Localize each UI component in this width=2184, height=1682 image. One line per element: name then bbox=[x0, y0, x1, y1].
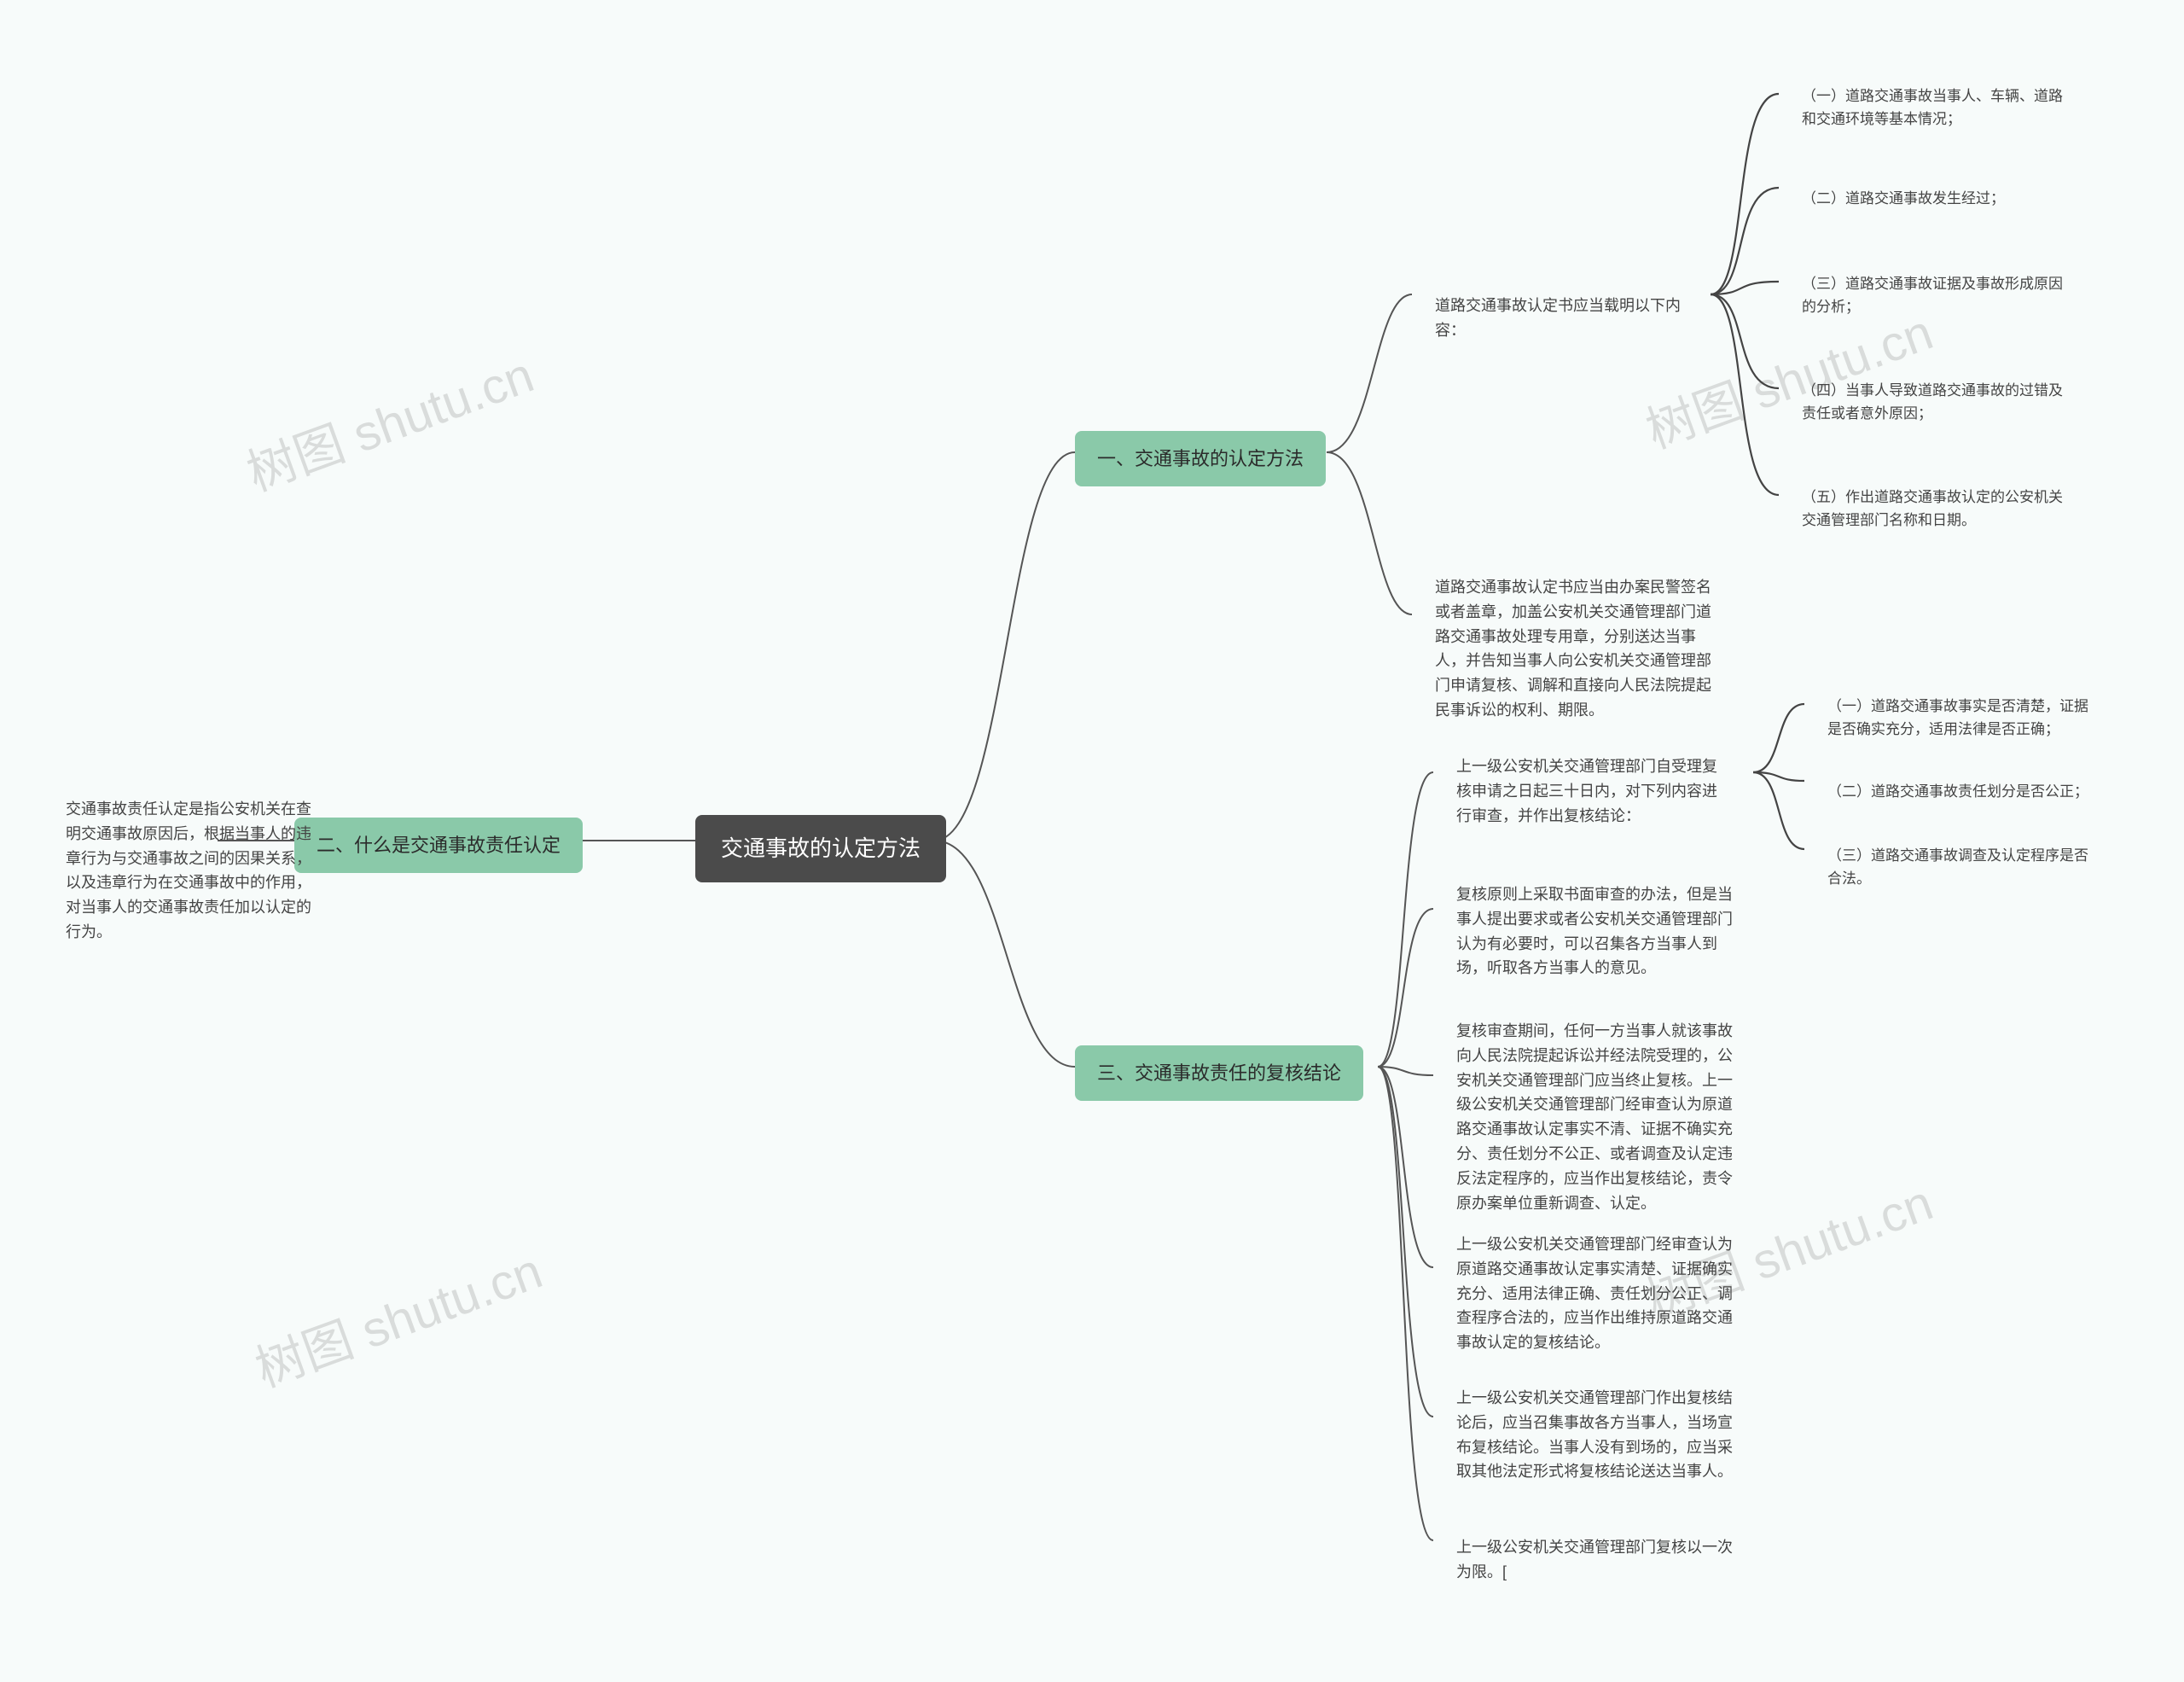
branch-3-sub1-item-1: （一）道路交通事故事实是否清楚，证据是否确实充分，适用法律是否正确； bbox=[1809, 683, 2116, 753]
branch-3-sub4: 上一级公安机关交通管理部门经审查认为原道路交通事故认定事实清楚、证据确实充分、适… bbox=[1438, 1220, 1762, 1367]
root-node: 交通事故的认定方法 bbox=[695, 815, 946, 882]
branch-1-sub1-item-4: （四）当事人导致道路交通事故的过错及责任或者意外原因； bbox=[1783, 367, 2090, 437]
branch-1-sub2: 道路交通事故认定书应当由办案民警签名或者盖章，加盖公安机关交通管理部门道路交通事… bbox=[1416, 563, 1732, 735]
branch-1: 一、交通事故的认定方法 bbox=[1075, 431, 1326, 486]
branch-1-sub1-item-2: （二）道路交通事故发生经过； bbox=[1783, 175, 2024, 222]
watermark: 树图 shutu.cn bbox=[235, 335, 542, 504]
branch-1-sub1-item-1: （一）道路交通事故当事人、车辆、道路和交通环境等基本情况； bbox=[1783, 73, 2090, 143]
branch-3-sub1-item-3: （三）道路交通事故调查及认定程序是否合法。 bbox=[1809, 832, 2116, 902]
branch-3-sub5: 上一级公安机关交通管理部门作出复核结论后，应当召集事故各方当事人，当场宣布复核结… bbox=[1438, 1374, 1762, 1496]
branch-1-sub1-lead: 道路交通事故认定书应当载明以下内容： bbox=[1416, 282, 1711, 355]
watermark: 树图 shutu.cn bbox=[244, 1231, 550, 1400]
branch-2-desc: 交通事故责任认定是指公安机关在查明交通事故原因后，根据当事人的违章行为与交通事故… bbox=[47, 785, 333, 957]
branch-3-sub6: 上一级公安机关交通管理部门复核以一次为限。[ bbox=[1438, 1523, 1762, 1597]
branch-2: 二、什么是交通事故责任认定 bbox=[294, 818, 583, 873]
branch-1-sub1-item-3: （三）道路交通事故证据及事故形成原因的分析； bbox=[1783, 260, 2090, 330]
branch-3: 三、交通事故责任的复核结论 bbox=[1075, 1045, 1363, 1101]
branch-3-sub1-item-2: （二）道路交通事故责任划分是否公正； bbox=[1809, 768, 2107, 815]
branch-1-sub1-item-5: （五）作出道路交通事故认定的公安机关交通管理部门名称和日期。 bbox=[1783, 474, 2090, 544]
branch-3-sub3: 复核审查期间，任何一方当事人就该事故向人民法院提起诉讼并经法院受理的，公安机关交… bbox=[1438, 1007, 1762, 1227]
branch-3-sub1-lead: 上一级公安机关交通管理部门自受理复核申请之日起三十日内，对下列内容进行审查，并作… bbox=[1438, 742, 1749, 840]
branch-3-sub2: 复核原则上采取书面审查的办法，但是当事人提出要求或者公安机关交通管理部门认为有必… bbox=[1438, 870, 1757, 992]
